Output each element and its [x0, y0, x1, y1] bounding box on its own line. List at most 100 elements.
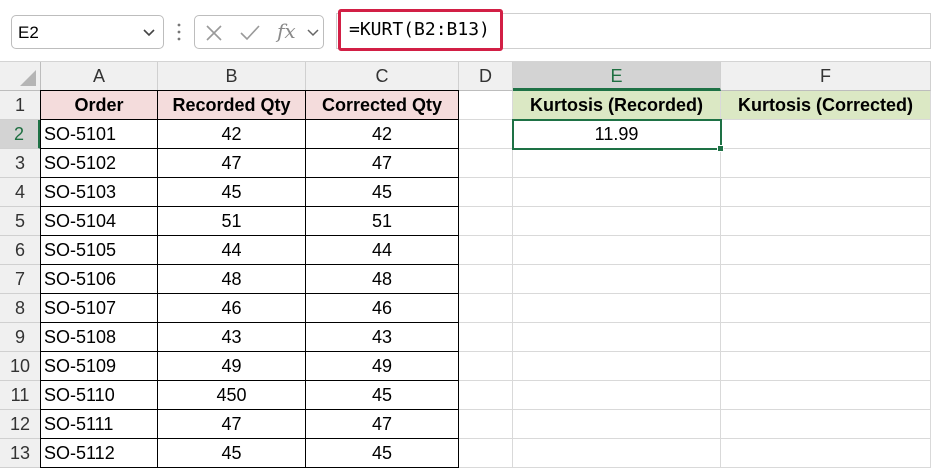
cell-b5[interactable]: 51	[158, 207, 306, 236]
cell-f9[interactable]	[721, 323, 931, 352]
cell-c9[interactable]: 43	[306, 323, 459, 352]
cell-c13[interactable]: 45	[306, 439, 459, 468]
cell-e6[interactable]	[513, 236, 721, 265]
cell-f12[interactable]	[721, 410, 931, 439]
cell-d7[interactable]	[459, 265, 513, 294]
cell-f2[interactable]	[721, 120, 931, 149]
cell-e4[interactable]	[513, 178, 721, 207]
row-header-2[interactable]: 2	[0, 120, 41, 149]
drag-handle-icon[interactable]	[176, 21, 182, 43]
cell-d10[interactable]	[459, 352, 513, 381]
cell-e1[interactable]: Kurtosis (Recorded)	[513, 91, 721, 120]
cell-b1[interactable]: Recorded Qty	[158, 90, 306, 120]
cell-a9[interactable]: SO-5108	[40, 323, 158, 352]
cell-f8[interactable]	[721, 294, 931, 323]
row-header-3[interactable]: 3	[0, 149, 41, 178]
cell-c1[interactable]: Corrected Qty	[306, 90, 459, 120]
cell-e11[interactable]	[513, 381, 721, 410]
row-header-10[interactable]: 10	[0, 352, 41, 381]
cell-a2[interactable]: SO-5101	[40, 120, 158, 149]
row-header-4[interactable]: 4	[0, 178, 41, 207]
cell-e13[interactable]	[513, 439, 721, 468]
cell-a10[interactable]: SO-5109	[40, 352, 158, 381]
cell-b8[interactable]: 46	[158, 294, 306, 323]
select-all-corner[interactable]	[0, 62, 41, 91]
cell-c7[interactable]: 48	[306, 265, 459, 294]
cell-b4[interactable]: 45	[158, 178, 306, 207]
row-header-13[interactable]: 13	[0, 439, 41, 468]
row-header-5[interactable]: 5	[0, 207, 41, 236]
cell-e9[interactable]	[513, 323, 721, 352]
cell-d8[interactable]	[459, 294, 513, 323]
cell-f13[interactable]	[721, 439, 931, 468]
row-header-9[interactable]: 9	[0, 323, 41, 352]
cell-f6[interactable]	[721, 236, 931, 265]
cell-c5[interactable]: 51	[306, 207, 459, 236]
cell-d13[interactable]	[459, 439, 513, 468]
column-header-e[interactable]: E	[513, 62, 721, 91]
cell-c2[interactable]: 42	[306, 120, 459, 149]
cell-f7[interactable]	[721, 265, 931, 294]
cell-d9[interactable]	[459, 323, 513, 352]
cell-e3[interactable]	[513, 149, 721, 178]
cell-a4[interactable]: SO-5103	[40, 178, 158, 207]
cell-f3[interactable]	[721, 149, 931, 178]
cell-a3[interactable]: SO-5102	[40, 149, 158, 178]
column-header-f[interactable]: F	[721, 62, 931, 91]
cell-f10[interactable]	[721, 352, 931, 381]
cell-c12[interactable]: 47	[306, 410, 459, 439]
cell-b11[interactable]: 450	[158, 381, 306, 410]
cell-c4[interactable]: 45	[306, 178, 459, 207]
insert-function-icon[interactable]: fx	[277, 19, 296, 43]
formula-text[interactable]: =KURT(B2:B13)	[338, 9, 503, 51]
cell-f1[interactable]: Kurtosis (Corrected)	[721, 91, 931, 120]
column-header-d[interactable]: D	[459, 62, 513, 91]
row-header-6[interactable]: 6	[0, 236, 41, 265]
name-box[interactable]: E2	[11, 15, 164, 49]
cell-a8[interactable]: SO-5107	[40, 294, 158, 323]
cell-d3[interactable]	[459, 149, 513, 178]
cell-a6[interactable]: SO-5105	[40, 236, 158, 265]
cell-e12[interactable]	[513, 410, 721, 439]
row-header-11[interactable]: 11	[0, 381, 41, 410]
cell-d4[interactable]	[459, 178, 513, 207]
cell-a13[interactable]: SO-5112	[40, 439, 158, 468]
cell-b6[interactable]: 44	[158, 236, 306, 265]
cell-c8[interactable]: 46	[306, 294, 459, 323]
cell-b13[interactable]: 45	[158, 439, 306, 468]
cell-b3[interactable]: 47	[158, 149, 306, 178]
cell-b2[interactable]: 42	[158, 120, 306, 149]
cell-f4[interactable]	[721, 178, 931, 207]
cell-c10[interactable]: 49	[306, 352, 459, 381]
cancel-icon[interactable]	[204, 23, 224, 43]
cell-d1[interactable]	[459, 91, 513, 120]
cell-d12[interactable]	[459, 410, 513, 439]
fill-handle[interactable]	[717, 145, 724, 152]
cell-d11[interactable]	[459, 381, 513, 410]
enter-check-icon[interactable]	[239, 23, 261, 43]
row-header-12[interactable]: 12	[0, 410, 41, 439]
cell-f11[interactable]	[721, 381, 931, 410]
cell-d5[interactable]	[459, 207, 513, 236]
column-header-b[interactable]: B	[158, 62, 306, 91]
cell-a11[interactable]: SO-5110	[40, 381, 158, 410]
cell-b12[interactable]: 47	[158, 410, 306, 439]
column-header-a[interactable]: A	[41, 62, 158, 91]
cell-c3[interactable]: 47	[306, 149, 459, 178]
cell-e7[interactable]	[513, 265, 721, 294]
select-all-icon[interactable]	[20, 70, 36, 86]
cell-d2[interactable]	[459, 120, 513, 149]
cell-c6[interactable]: 44	[306, 236, 459, 265]
chevron-down-icon[interactable]	[306, 26, 320, 40]
cell-a7[interactable]: SO-5106	[40, 265, 158, 294]
row-header-8[interactable]: 8	[0, 294, 41, 323]
cell-e8[interactable]	[513, 294, 721, 323]
row-header-1[interactable]: 1	[0, 91, 41, 120]
cell-a5[interactable]: SO-5104	[40, 207, 158, 236]
chevron-down-icon[interactable]	[141, 24, 157, 40]
cell-c11[interactable]: 45	[306, 381, 459, 410]
cell-a1[interactable]: Order	[40, 90, 158, 120]
cell-e5[interactable]	[513, 207, 721, 236]
cell-b10[interactable]: 49	[158, 352, 306, 381]
cell-e10[interactable]	[513, 352, 721, 381]
